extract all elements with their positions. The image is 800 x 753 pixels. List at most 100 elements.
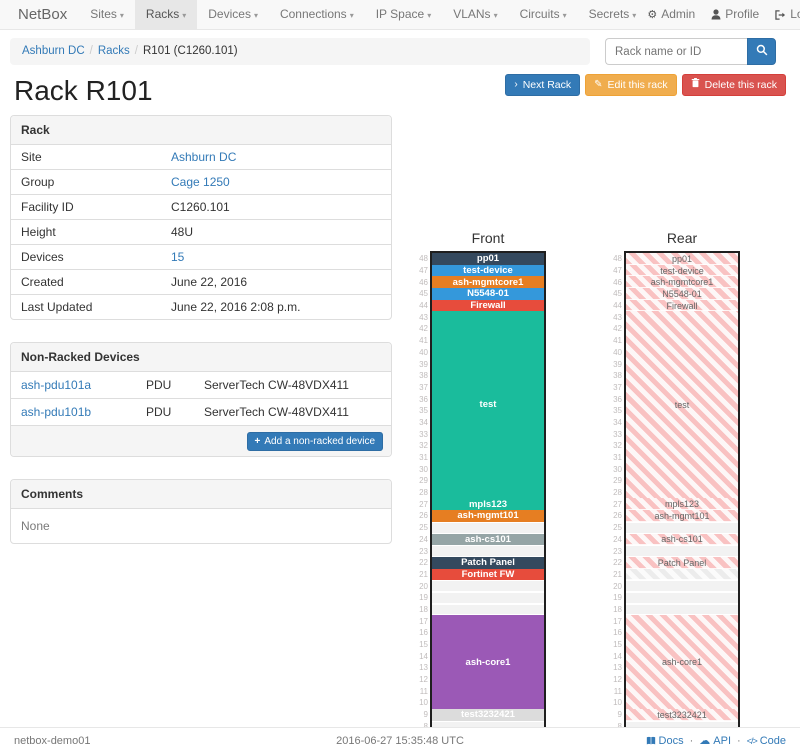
front-elevation-title: Front bbox=[412, 230, 546, 246]
unit-number: 39 bbox=[606, 358, 622, 370]
front-device-patch-panel[interactable]: Patch Panel bbox=[432, 557, 544, 569]
navbar: NetBox Sites▾Racks▾Devices▾Connections▾I… bbox=[0, 0, 800, 30]
rear-elevation: Rear 48474645444342414039383736353433323… bbox=[606, 230, 740, 753]
unit-number: 23 bbox=[606, 545, 622, 557]
rack-attr-height: Height48U bbox=[11, 219, 391, 244]
attr-link-devices[interactable]: 15 bbox=[171, 250, 184, 264]
unit-number: 28 bbox=[606, 487, 622, 499]
footer-link-separator: · bbox=[735, 735, 743, 747]
front-device-ash-cs101[interactable]: ash-cs101 bbox=[432, 534, 544, 546]
unit-number: 24 bbox=[606, 534, 622, 546]
nav-item-devices[interactable]: Devices▾ bbox=[197, 0, 269, 29]
rear-device-patch-panel[interactable]: Patch Panel bbox=[626, 557, 738, 569]
comments-title: Comments bbox=[11, 480, 391, 509]
nav-item-ip-space[interactable]: IP Space▾ bbox=[365, 0, 443, 29]
footer-link-docs[interactable]: Docs bbox=[646, 735, 684, 747]
empty-unit bbox=[432, 522, 544, 534]
attr-link-group[interactable]: Cage 1250 bbox=[171, 175, 230, 189]
front-device-ash-mgmtcore1[interactable]: ash-mgmtcore1 bbox=[432, 276, 544, 288]
attr-link-site[interactable]: Ashburn DC bbox=[171, 150, 236, 164]
attr-value: June 22, 2016 2:08 p.m. bbox=[171, 300, 300, 314]
unit-number: 19 bbox=[606, 592, 622, 604]
search-input[interactable] bbox=[605, 38, 747, 65]
search-button[interactable] bbox=[747, 38, 776, 65]
next-rack-button[interactable]: › Next Rack bbox=[505, 74, 580, 96]
rack-attr-last-updated: Last UpdatedJune 22, 2016 2:08 p.m. bbox=[11, 294, 391, 319]
unit-number: 29 bbox=[412, 475, 428, 487]
rear-device-test[interactable]: test bbox=[626, 311, 738, 498]
front-device-test-device[interactable]: test-device bbox=[432, 265, 544, 277]
rear-device-ash-core1[interactable]: ash-core1 bbox=[626, 615, 738, 709]
empty-unit bbox=[432, 580, 544, 592]
device-link-ash-pdu101a[interactable]: ash-pdu101a bbox=[21, 378, 91, 392]
breadcrumb-link-ashburn-dc[interactable]: Ashburn DC bbox=[22, 45, 85, 57]
unit-number: 38 bbox=[606, 370, 622, 382]
chevron-down-icon: ▾ bbox=[563, 11, 567, 20]
nav-item-connections[interactable]: Connections▾ bbox=[269, 0, 365, 29]
rear-device-ash-mgmtcore1[interactable]: ash-mgmtcore1 bbox=[626, 276, 738, 288]
unit-number: 25 bbox=[412, 522, 428, 534]
front-device-pp01[interactable]: pp01 bbox=[432, 253, 544, 265]
rear-device-fortinet-fw bbox=[626, 569, 738, 581]
front-device-fortinet-fw[interactable]: Fortinet FW bbox=[432, 569, 544, 581]
unit-number: 21 bbox=[606, 569, 622, 581]
unit-number: 13 bbox=[606, 662, 622, 674]
unit-number: 30 bbox=[412, 463, 428, 475]
rear-device-pp01[interactable]: pp01 bbox=[626, 253, 738, 265]
front-device-n5548-01[interactable]: N5548-01 bbox=[432, 288, 544, 300]
footer-link-api[interactable]: ☁API bbox=[699, 734, 731, 747]
nav-item-racks[interactable]: Racks▾ bbox=[135, 0, 197, 29]
front-device-ash-mgmt101[interactable]: ash-mgmt101 bbox=[432, 510, 544, 522]
unit-number: 48 bbox=[606, 253, 622, 265]
attr-label: Facility ID bbox=[21, 200, 171, 214]
attr-label: Site bbox=[21, 150, 171, 164]
rear-device-test-device[interactable]: test-device bbox=[626, 265, 738, 277]
rear-device-ash-mgmt101[interactable]: ash-mgmt101 bbox=[626, 510, 738, 522]
footer: netbox-demo01 2016-06-27 15:35:48 UTC Do… bbox=[0, 727, 800, 753]
rear-device-test3232421[interactable]: test3232421 bbox=[626, 709, 738, 721]
nav-item-circuits[interactable]: Circuits▾ bbox=[509, 0, 578, 29]
rear-device-n5548-01[interactable]: N5548-01 bbox=[626, 288, 738, 300]
unit-number: 42 bbox=[606, 323, 622, 335]
device-link-ash-pdu101b[interactable]: ash-pdu101b bbox=[21, 405, 91, 419]
rear-device-mpls123[interactable]: mpls123 bbox=[626, 498, 738, 510]
empty-unit bbox=[626, 545, 738, 557]
chevron-down-icon: ▾ bbox=[120, 11, 124, 20]
footer-link-code[interactable]: </>Code bbox=[747, 735, 786, 747]
front-device-firewall[interactable]: Firewall bbox=[432, 300, 544, 312]
unit-number: 33 bbox=[412, 428, 428, 440]
unit-number: 41 bbox=[412, 335, 428, 347]
unit-number: 34 bbox=[606, 417, 622, 429]
front-device-test[interactable]: test bbox=[432, 311, 544, 498]
nav-item-admin[interactable]: ⚙Admin bbox=[647, 0, 695, 30]
nav-item-log-out[interactable]: Log out bbox=[775, 0, 800, 29]
front-device-test3232421[interactable]: test3232421 bbox=[432, 709, 544, 721]
unit-number: 44 bbox=[606, 300, 622, 312]
front-device-mpls123[interactable]: mpls123 bbox=[432, 498, 544, 510]
unit-number: 15 bbox=[606, 639, 622, 651]
unit-number: 26 bbox=[606, 510, 622, 522]
footer-link-separator: · bbox=[688, 735, 696, 747]
front-device-ash-core1[interactable]: ash-core1 bbox=[432, 615, 544, 709]
unit-number: 9 bbox=[412, 709, 428, 721]
rear-device-firewall[interactable]: Firewall bbox=[626, 300, 738, 312]
user-nav: ⚙Admin Profile Log out bbox=[647, 0, 800, 29]
edit-rack-button[interactable]: ✎ Edit this rack bbox=[585, 74, 677, 96]
unit-number: 12 bbox=[606, 674, 622, 686]
add-non-racked-device-button[interactable]: + Add a non-racked device bbox=[247, 432, 383, 451]
breadcrumb-link-racks[interactable]: Racks bbox=[98, 45, 130, 57]
rear-elevation-title: Rear bbox=[606, 230, 740, 246]
unit-number: 18 bbox=[606, 604, 622, 616]
unit-number: 16 bbox=[606, 627, 622, 639]
comments-panel: Comments None bbox=[10, 479, 392, 544]
unit-number: 36 bbox=[412, 393, 428, 405]
brand-netbox[interactable]: NetBox bbox=[6, 0, 79, 29]
rear-device-ash-cs101[interactable]: ash-cs101 bbox=[626, 534, 738, 546]
nav-item-sites[interactable]: Sites▾ bbox=[79, 0, 135, 29]
nav-item-profile[interactable]: Profile bbox=[711, 0, 759, 29]
nav-item-secrets[interactable]: Secrets▾ bbox=[578, 0, 648, 29]
unit-number: 21 bbox=[412, 569, 428, 581]
delete-rack-button[interactable]: Delete this rack bbox=[682, 74, 786, 96]
nav-item-vlans[interactable]: VLANs▾ bbox=[442, 0, 508, 29]
attr-value: Cage 1250 bbox=[171, 175, 230, 189]
